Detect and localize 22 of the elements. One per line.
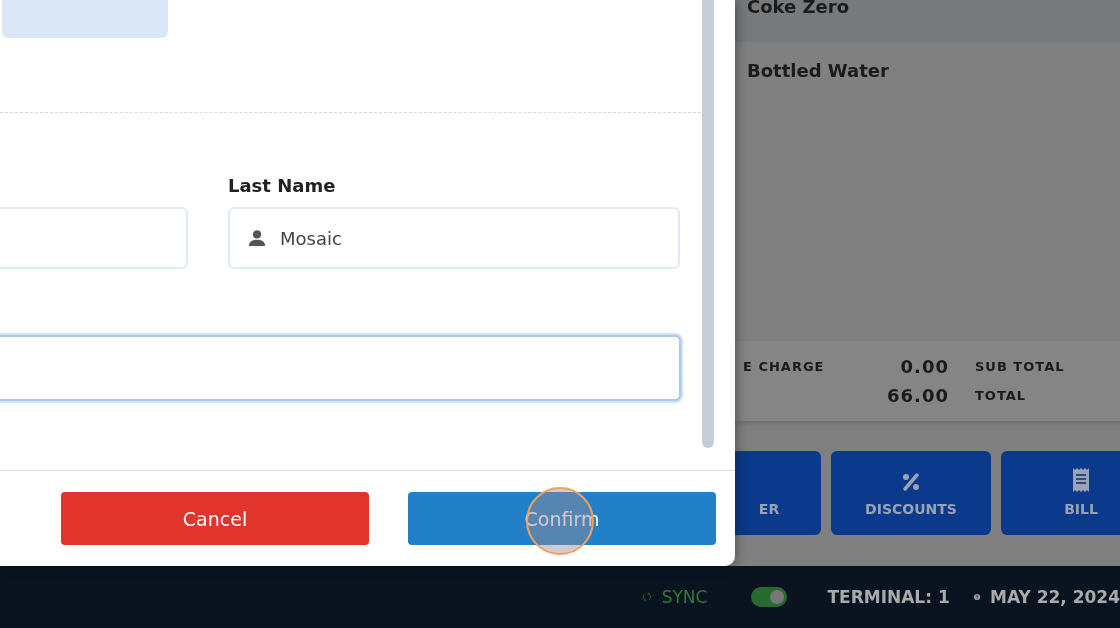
sync-label: SYNC xyxy=(661,587,708,607)
total-label: TOTAL xyxy=(975,388,1027,403)
total-value: 66.00 xyxy=(886,385,949,406)
terminal-label: TERMINAL: 1 xyxy=(827,587,950,607)
field-value: Mosaic xyxy=(280,227,342,249)
cancel-button[interactable]: Cancel xyxy=(61,492,369,545)
receipt-icon xyxy=(1071,467,1091,493)
input-field[interactable] xyxy=(0,335,681,401)
action-button[interactable]: DISCOUNTS xyxy=(831,451,991,535)
date-label: MAY 22, 2024 xyxy=(989,587,1120,607)
scrollbar[interactable] xyxy=(702,0,714,448)
person-icon xyxy=(248,229,266,247)
order-item[interactable]: Bottled Water xyxy=(735,42,1120,92)
input-field[interactable]: Mosaic xyxy=(228,207,680,269)
total-label: E CHARGE xyxy=(742,359,826,374)
order-item[interactable]: Coke Zero xyxy=(735,0,1120,42)
action-button[interactable]: BILL xyxy=(1001,451,1120,535)
field-label: Last Name xyxy=(228,175,337,198)
total-label: SUB TOTAL xyxy=(975,359,1065,374)
total-value: 0.00 xyxy=(899,356,949,377)
toggle-switch[interactable] xyxy=(751,587,788,607)
percent-icon xyxy=(900,471,922,493)
